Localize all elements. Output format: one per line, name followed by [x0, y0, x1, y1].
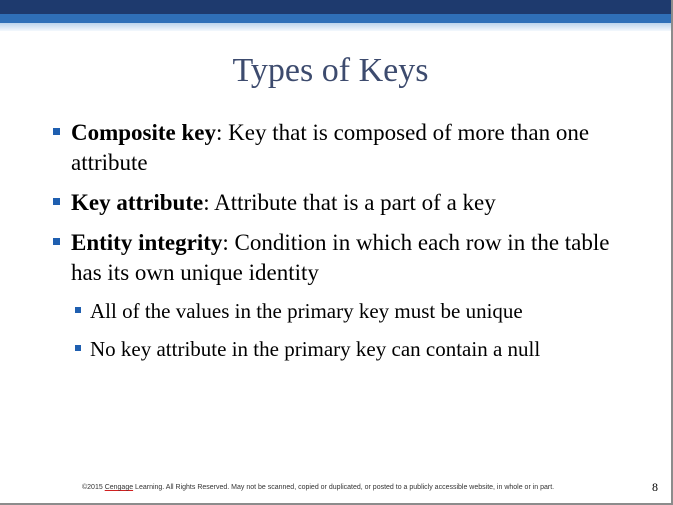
square-bullet-icon [53, 128, 60, 135]
term-definition: : Attribute that is a part of a key [203, 190, 496, 215]
footer-prefix: ©2015 [82, 484, 105, 491]
sub-bullet-list: All of the values in the primary key mus… [71, 298, 623, 362]
slide-title: Types of Keys [232, 52, 429, 89]
sub-bullet-item: No key attribute in the primary key can … [71, 336, 623, 362]
square-bullet-icon [75, 345, 81, 351]
header-band-dark [0, 0, 671, 14]
slide: Types of Keys Composite key: Key that is… [0, 0, 673, 505]
square-bullet-icon [75, 307, 81, 313]
bullet-item-entity-integrity: Entity integrity: Condition in which eac… [53, 228, 623, 362]
sub-bullet-item: All of the values in the primary key mus… [71, 298, 623, 324]
term-label: Composite key [71, 120, 217, 145]
bullet-item-key-attribute: Key attribute: Attribute that is a part … [53, 188, 623, 218]
footer-brand: Cengage [104, 484, 134, 491]
bullet-list: Composite key: Key that is composed of m… [53, 118, 623, 374]
sub-bullet-text: All of the values in the primary key mus… [90, 299, 523, 323]
term-label: Entity integrity [71, 230, 223, 255]
sub-bullet-text: No key attribute in the primary key can … [90, 337, 541, 361]
header-band-mid [0, 14, 671, 23]
footer-suffix: Learning. All Rights Reserved. May not b… [133, 484, 555, 491]
square-bullet-icon [53, 238, 60, 245]
page-number: 8 [652, 480, 658, 494]
square-bullet-icon [53, 198, 60, 205]
bullet-item-composite-key: Composite key: Key that is composed of m… [53, 118, 623, 178]
term-label: Key attribute [71, 190, 204, 215]
header-band-light [0, 23, 671, 31]
copyright-footer: ©2015 Cengage Learning. All Rights Reser… [82, 484, 554, 491]
